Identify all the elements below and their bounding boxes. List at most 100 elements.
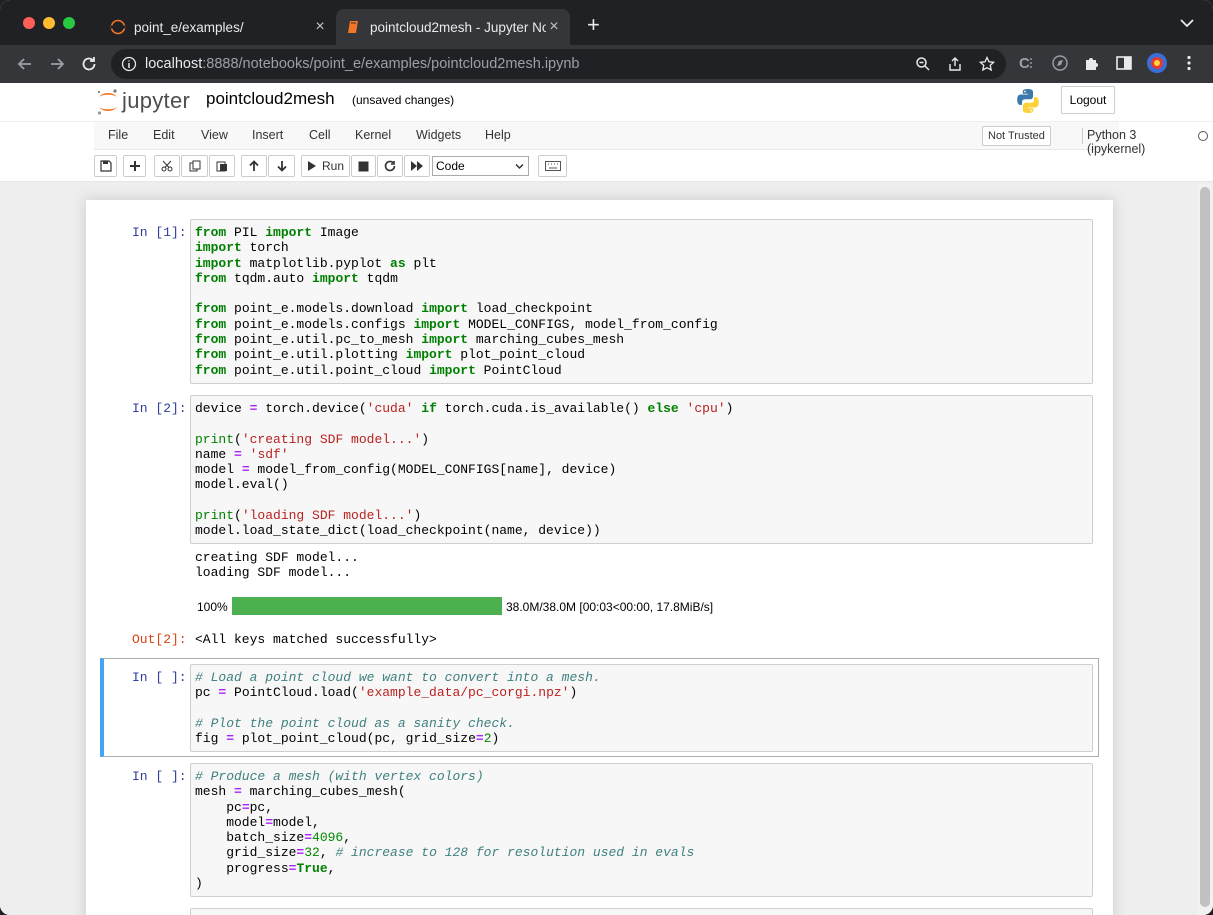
cell-type-select[interactable]: Code: [432, 156, 529, 176]
cell-1-prompt: In [1]:: [132, 225, 187, 240]
cell-3-input[interactable]: # Load a point cloud we want to convert …: [190, 664, 1093, 752]
site-info-icon[interactable]: [121, 56, 137, 72]
cell-1-input[interactable]: from PIL import Image import torch impor…: [190, 219, 1093, 384]
progress-bar: [232, 597, 502, 615]
cell-2-result: <All keys matched successfully>: [195, 632, 437, 647]
interrupt-button[interactable]: [351, 155, 376, 177]
paste-button[interactable]: [209, 155, 235, 177]
close-window-button[interactable]: [23, 17, 35, 29]
notebook-menubar: File Edit View Insert Cell Kernel Widget…: [0, 122, 1213, 182]
tab-title: point_e/examples/: [134, 19, 244, 35]
cell-3-code[interactable]: # Load a point cloud we want to convert …: [195, 670, 601, 746]
notebook-name[interactable]: pointcloud2mesh: [206, 89, 335, 109]
minimize-window-button[interactable]: [43, 17, 55, 29]
menu-cell[interactable]: Cell: [309, 128, 331, 142]
copy-button[interactable]: [181, 155, 208, 177]
menu-insert[interactable]: Insert: [252, 128, 283, 142]
svg-text:C: C: [1019, 55, 1030, 72]
menu-help[interactable]: Help: [485, 128, 511, 142]
move-down-button[interactable]: [268, 155, 295, 177]
progress-info: 38.0M/38.0M [00:03<00:00, 17.8MiB/s]: [506, 600, 714, 614]
logout-button[interactable]: Logout: [1061, 86, 1115, 114]
notebook-favicon-icon: [348, 21, 358, 33]
jupyter-logo-icon: [97, 89, 117, 115]
tab-pointcloud2mesh[interactable]: pointcloud2mesh - Jupyter Not ×: [336, 9, 570, 45]
vertical-scrollbar[interactable]: [1197, 183, 1213, 915]
restart-button[interactable]: [377, 155, 403, 177]
arrow-up-icon: [249, 160, 259, 171]
move-up-button[interactable]: [241, 155, 267, 177]
cell-2-code[interactable]: device = torch.device('cuda' if torch.cu…: [195, 401, 733, 539]
bookmark-star-icon[interactable]: [979, 56, 995, 72]
cell-2-out-prompt: Out[2]:: [132, 632, 187, 647]
restart-icon: [384, 160, 396, 172]
forward-arrow-icon[interactable]: [47, 54, 67, 74]
cell-2-input[interactable]: device = torch.device('cuda' if torch.cu…: [190, 395, 1093, 544]
kernel-name[interactable]: Python 3 (ipykernel): [1087, 128, 1145, 156]
tab-strip: point_e/examples/ × pointcloud2mesh - Ju…: [0, 0, 1213, 45]
chevron-down-icon[interactable]: [1178, 16, 1196, 30]
run-button[interactable]: Run: [301, 155, 350, 177]
tab-examples[interactable]: point_e/examples/ ×: [100, 9, 336, 45]
menu-edit[interactable]: Edit: [153, 128, 175, 142]
side-panel-icon[interactable]: [1115, 54, 1133, 72]
profile-avatar[interactable]: [1146, 52, 1168, 74]
zoom-icon[interactable]: [915, 56, 931, 72]
scissors-icon: [161, 160, 173, 172]
floppy-disk-icon: [99, 160, 112, 172]
insert-cell-button[interactable]: [123, 155, 146, 177]
cut-button[interactable]: [154, 155, 180, 177]
back-arrow-icon[interactable]: [15, 54, 35, 74]
browser-window: point_e/examples/ × pointcloud2mesh - Ju…: [0, 0, 1213, 915]
cell-4-prompt: In [ ]:: [132, 769, 187, 784]
url-text[interactable]: localhost:8888/notebooks/point_e/example…: [145, 56, 580, 72]
cell-4-input[interactable]: # Produce a mesh (with vertex colors) me…: [190, 763, 1093, 897]
cell-3-prompt: In [ ]:: [132, 670, 187, 685]
restart-run-all-button[interactable]: [404, 155, 430, 177]
run-label: Run: [321, 159, 344, 173]
reload-icon[interactable]: [79, 54, 99, 74]
menu-view[interactable]: View: [201, 128, 228, 142]
cell-4-code[interactable]: # Produce a mesh (with vertex colors) me…: [195, 769, 694, 891]
more-menu-icon[interactable]: [1180, 54, 1198, 72]
jupyter-favicon-icon: [110, 19, 126, 35]
menu-strip: File Edit View Insert Cell Kernel Widget…: [94, 122, 1208, 156]
share-icon[interactable]: [947, 56, 963, 72]
cell-5-input[interactable]: [190, 908, 1093, 915]
progress-bar-fill: [232, 597, 502, 615]
menu-file[interactable]: File: [108, 128, 128, 142]
jupyter-logo-text: jupyter: [122, 88, 191, 113]
kernel-status-indicator: [1198, 131, 1208, 141]
progress-percent: 100%: [197, 600, 228, 614]
cell-2-stdout: creating SDF model... loading SDF model.…: [195, 550, 359, 581]
menu-kernel[interactable]: Kernel: [355, 128, 391, 142]
stop-icon: [358, 161, 369, 171]
copy-icon: [189, 160, 200, 172]
url-path: :8888/notebooks/point_e/examples/pointcl…: [202, 56, 580, 72]
save-button[interactable]: [94, 155, 117, 177]
jupyter-header: jupyter pointcloud2mesh (unsaved changes…: [0, 83, 1213, 121]
compass-icon[interactable]: [1051, 54, 1069, 72]
extension-c-icon[interactable]: C: [1018, 54, 1036, 72]
cell-1-code[interactable]: from PIL import Image import torch impor…: [195, 225, 718, 378]
extensions-puzzle-icon[interactable]: [1083, 54, 1101, 72]
scrollbar-thumb[interactable]: [1200, 187, 1210, 907]
cell-2-prompt: In [2]:: [132, 401, 187, 416]
menu-widgets[interactable]: Widgets: [416, 128, 461, 142]
kernel-divider: [1082, 128, 1083, 144]
paste-icon: [216, 161, 227, 172]
command-palette-button[interactable]: [538, 155, 567, 177]
arrow-down-icon: [276, 161, 287, 172]
not-trusted-button[interactable]: Not Trusted: [982, 126, 1051, 146]
jupyter-logo[interactable]: jupyter: [96, 86, 196, 116]
address-bar[interactable]: localhost:8888/notebooks/point_e/example…: [111, 49, 1006, 79]
new-tab-button[interactable]: +: [587, 14, 600, 36]
cell-type-value: Code: [436, 159, 465, 173]
zoom-window-button[interactable]: [63, 17, 75, 29]
close-tab-icon[interactable]: ×: [312, 18, 328, 36]
python-logo-icon: [1017, 89, 1039, 113]
play-icon: [307, 161, 316, 171]
close-tab-icon[interactable]: ×: [546, 18, 562, 36]
plus-icon: [129, 161, 140, 171]
url-host: localhost: [145, 56, 203, 72]
